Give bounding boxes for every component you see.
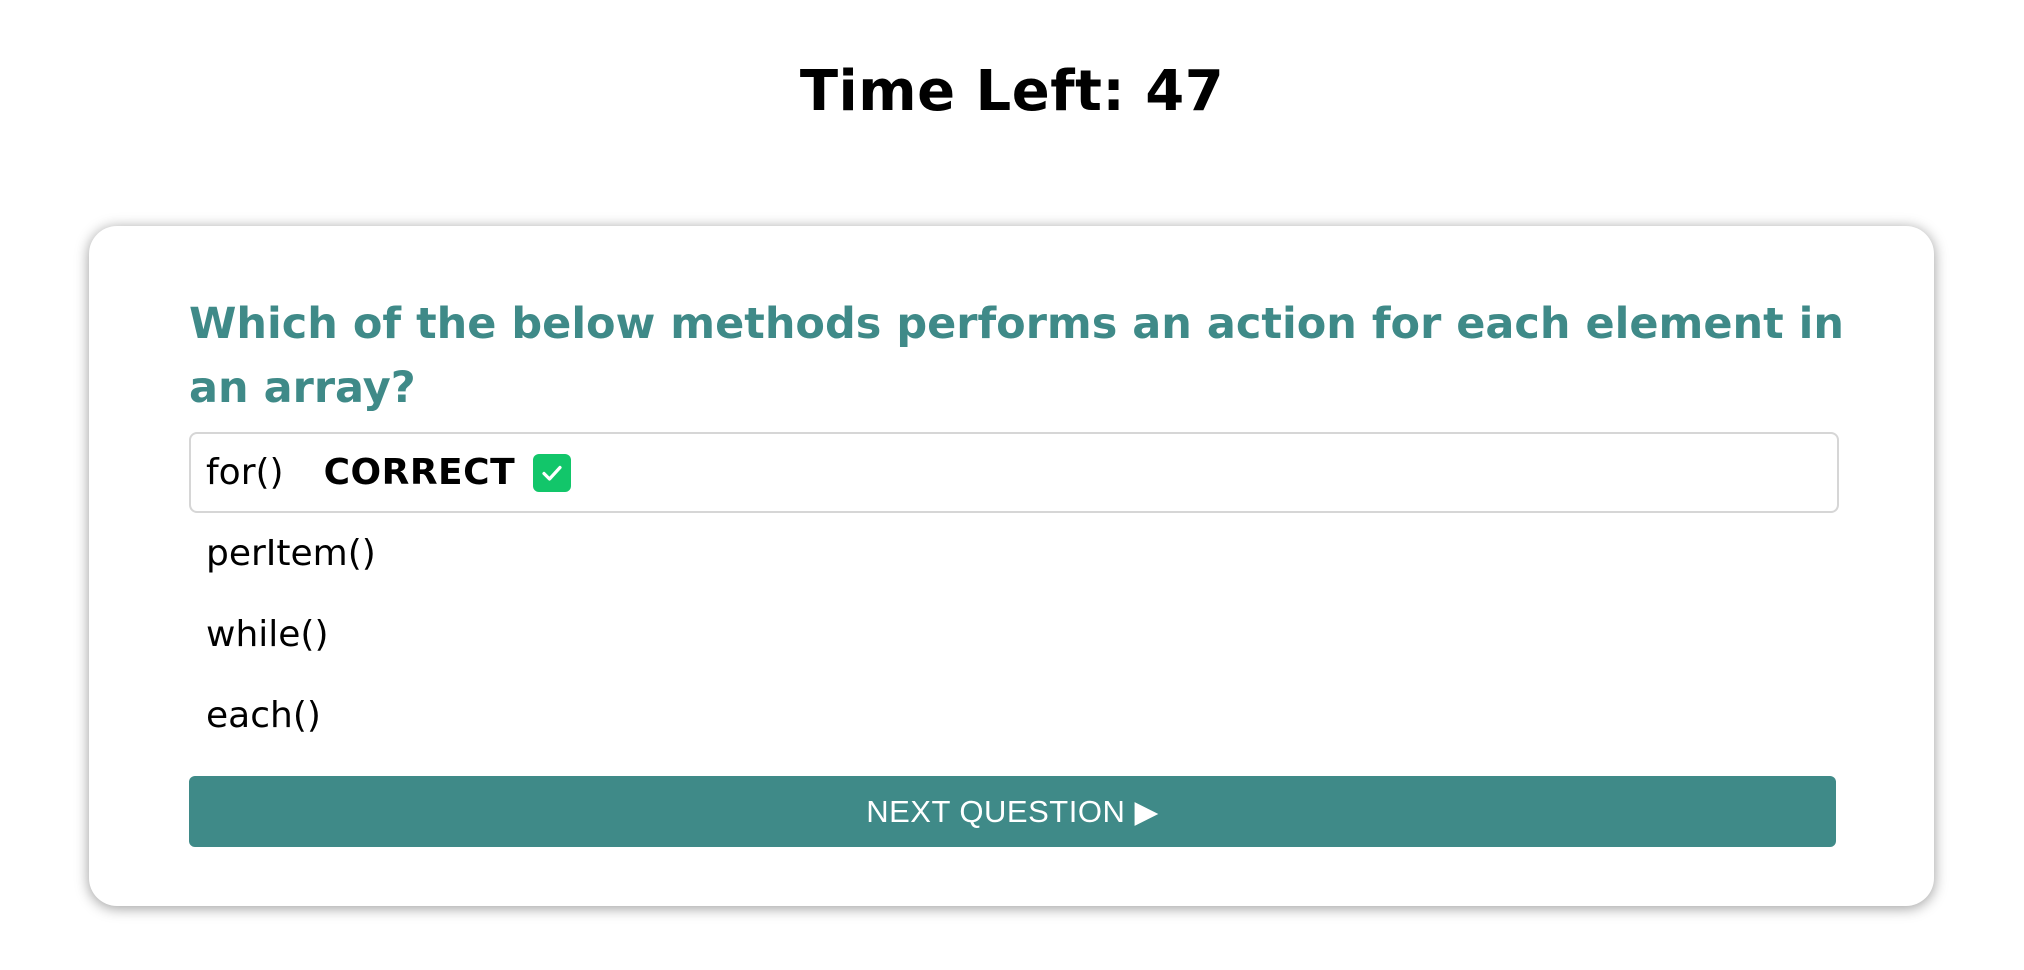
answer-option-each[interactable]: each() — [189, 675, 1839, 756]
answer-option-for[interactable]: for() CORRECT — [189, 432, 1839, 513]
time-left-display: Time Left: 47 — [799, 59, 1225, 124]
answer-label: for() — [206, 452, 284, 493]
answer-label: perItem() — [206, 533, 376, 574]
question-text: Which of the below methods performs an a… — [189, 299, 1845, 413]
quiz-card: Which of the below methods performs an a… — [89, 226, 1934, 906]
answer-label: while() — [206, 614, 329, 655]
next-question-button[interactable]: NEXT QUESTION ▶ — [189, 776, 1836, 847]
correct-label: CORRECT — [323, 452, 516, 493]
answer-label: each() — [206, 695, 321, 736]
answer-list: for() CORRECT perItem() while() each() — [189, 432, 1839, 756]
check-icon — [533, 453, 572, 492]
answer-option-peritem[interactable]: perItem() — [189, 513, 1839, 594]
answer-option-while[interactable]: while() — [189, 594, 1839, 675]
